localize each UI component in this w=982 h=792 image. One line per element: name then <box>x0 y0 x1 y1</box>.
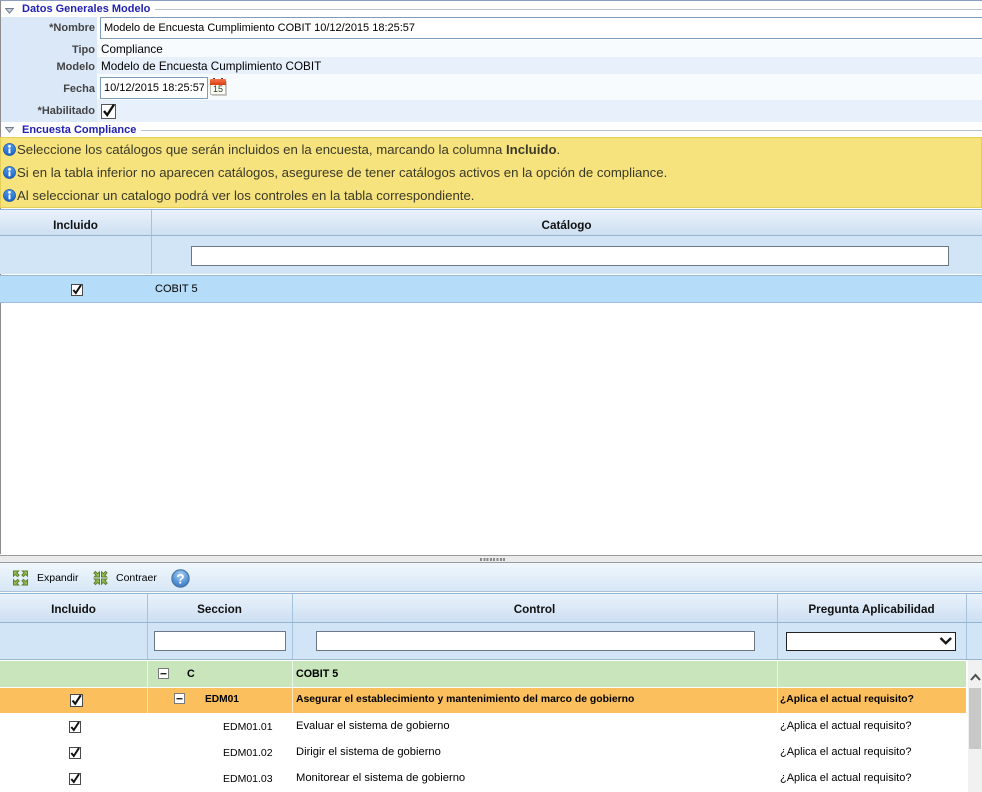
svg-text:?: ? <box>176 572 184 587</box>
